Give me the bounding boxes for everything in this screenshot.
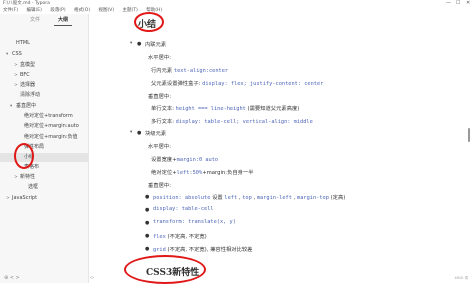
outline-item[interactable]: 弹性布局: [0, 143, 88, 152]
outline-item-label: 绝对定位+transform: [24, 113, 73, 119]
text-table-cell-row: display: table-cell: [153, 206, 214, 212]
outline-item-label: 新特性: [20, 174, 36, 180]
text-inline-elements: 内联元素: [145, 42, 167, 48]
text-margin-auto-row: 设置宽度+margin:0 auto: [151, 157, 219, 163]
minimize-button[interactable]: —: [446, 0, 451, 7]
text-flex-row: 父元素设置弹性盒子: display: flex; justify-conten…: [151, 81, 324, 87]
annotation-circle-css3: [124, 255, 206, 284]
outline-item[interactable]: > 选择器: [0, 81, 88, 90]
text-block-elements: 块级元素: [145, 131, 167, 137]
text-single-line-row: 单行文本: height === line-height (需要知道父元素高度): [151, 106, 300, 112]
bullet-icon: ●: [145, 233, 150, 239]
outline-item[interactable]: 绝对定位+margin:auto: [0, 122, 88, 131]
annotation-circle-sidebar: [14, 143, 34, 169]
bullet-icon: ●: [137, 130, 142, 136]
outline-item-label: BFC: [20, 72, 30, 78]
close-button[interactable]: ✕: [466, 0, 470, 7]
outline-item-label: HTML: [16, 40, 30, 46]
text-v-center-2: 垂直居中:: [148, 183, 171, 189]
text-h-center: 水平居中:: [148, 55, 171, 61]
source-mode-icon[interactable]: ‹›: [90, 275, 94, 281]
text-abs-left-row: 绝对定位+left:50%+margin:负自身一半: [151, 170, 254, 176]
outline-item[interactable]: ▾ 垂直居中: [0, 102, 88, 111]
outline-item-label: 选框: [28, 184, 39, 190]
word-count[interactable]: 4910 词: [454, 276, 468, 281]
text-multi-line-row: 多行文本: display: table-cell; vertical-alig…: [151, 119, 313, 125]
bullet-icon: ●: [145, 246, 150, 252]
bullet-icon: ●: [137, 41, 142, 47]
sidebar-tabs: 文件 大纲: [0, 14, 88, 26]
menu-format[interactable]: 格式(O): [74, 8, 90, 13]
tab-outline[interactable]: 大纲: [53, 16, 73, 26]
text-grid-row: grid (不定高, 不定宽), 兼容性相对比较差: [153, 247, 253, 253]
editor[interactable]: 小结 ▾ ● 内联元素 水平居中: 行内元素 text-align:center…: [100, 14, 455, 283]
text-v-center: 垂直居中:: [148, 94, 171, 100]
menu-paragraph[interactable]: 段落(P): [50, 8, 65, 13]
text-position-absolute-row: position: absolute 设置 left , top , margi…: [153, 195, 346, 201]
text-inline-row: 行内元素 text-align:center: [151, 68, 229, 74]
annotation-circle-heading: [134, 12, 164, 32]
collapse-icon[interactable]: ▾: [130, 130, 132, 135]
outline-item[interactable]: > 新特性: [0, 173, 88, 182]
outline-item-label: 绝对定位+margin:auto: [24, 123, 79, 129]
outline-item-label: 垂直居中: [16, 103, 37, 109]
menu-theme[interactable]: 主题(T): [123, 8, 138, 13]
outline-item[interactable]: 选框: [0, 183, 88, 192]
outline-item[interactable]: ▾ CSS: [0, 50, 88, 59]
outline-item[interactable]: 表格布: [0, 163, 88, 172]
outline-item[interactable]: 绝对定位+transform: [0, 112, 88, 121]
bullet-icon: ●: [145, 220, 150, 226]
collapse-icon[interactable]: ▾: [130, 41, 132, 46]
text-flex-row-2: flex (不定高, 不定宽): [153, 234, 207, 240]
title-bar: F:\八股文.md - Typora — ☐ ✕: [0, 0, 474, 7]
outline-item-label: 盒模型: [20, 62, 36, 68]
outline-item-label: 绝对定位+margin:负值: [24, 134, 78, 140]
outline-item[interactable]: > JavaScript: [0, 194, 88, 203]
outline-item[interactable]: > BFC: [0, 71, 88, 80]
outline-item-label: 清除浮动: [20, 92, 41, 98]
outline-item[interactable]: HTML: [0, 39, 88, 48]
outline-item-label: JavaScript: [12, 195, 38, 201]
editor-scrollbar[interactable]: [468, 128, 470, 142]
sidebar: 文件 大纲 HTML ▾ CSS > 盒模型 > BFC > 选择器清除浮动 ▾ 垂直居中绝对定位+…: [0, 14, 89, 283]
outline-item[interactable]: 绝对定位+margin:负值: [0, 133, 88, 142]
outline-item[interactable]: 清除浮动: [0, 91, 88, 100]
bullet-icon: ●: [145, 207, 150, 213]
maximize-button[interactable]: ☐: [456, 0, 460, 7]
outline-item-label: CSS: [12, 51, 22, 57]
menu-file[interactable]: 文件(F): [3, 8, 18, 13]
menu-view[interactable]: 视图(V): [99, 8, 115, 13]
tab-files[interactable]: 文件: [30, 16, 40, 23]
text-h-center-2: 水平居中:: [148, 144, 171, 150]
typora-window: F:\八股文.md - Typora — ☐ ✕ 文件(F) 编辑(E) 段落(…: [0, 0, 474, 284]
bullet-icon: ●: [145, 194, 150, 200]
sidebar-footer-icons[interactable]: ⊕ < >: [4, 275, 20, 281]
outline-item-label: 选择器: [20, 82, 36, 88]
text-transform-row: transform: translate(x, y): [153, 219, 236, 225]
window-title: F:\八股文.md - Typora: [3, 1, 50, 6]
menu-edit[interactable]: 编辑(E): [27, 8, 42, 13]
outline-item[interactable]: > 盒模型: [0, 61, 88, 70]
menu-bar: 文件(F) 编辑(E) 段落(P) 格式(O) 视图(V) 主题(T) 帮助(H…: [0, 7, 474, 14]
